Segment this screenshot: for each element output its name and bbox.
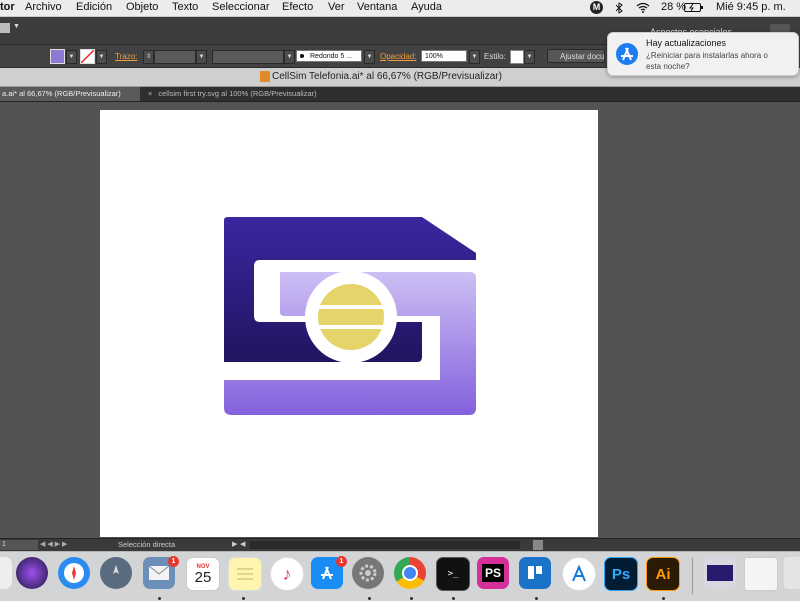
siri-icon[interactable] [16,557,48,589]
tab-cellsim-first-try[interactable]: × cellsim first try.svg al 100% (RGB/Prev… [141,87,351,101]
document-tabs: a.ai* al 66,67% (RGB/Previsualizar) × cel… [0,87,800,102]
menu-seleccionar[interactable]: Seleccionar [212,1,269,13]
system-preferences-icon[interactable] [352,557,384,589]
app-store-notification-icon [616,43,638,65]
style-swatch[interactable] [510,50,524,64]
menu-ayuda[interactable]: Ayuda [411,1,442,13]
logo-chip-line-bottom [310,325,392,329]
stroke-weight-stepper[interactable]: ⇕ [143,50,154,64]
variable-width-dropdown[interactable]: ▼ [284,50,295,64]
menu-objeto[interactable]: Objeto [126,1,158,13]
opacity-dropdown[interactable]: ▼ [469,50,480,64]
bluetooth-icon[interactable] [615,2,623,14]
brush-value: Redondo 5 ... [310,53,353,60]
wifi-icon[interactable] [636,2,650,14]
tab-cellsim-telefonia[interactable]: a.ai* al 66,67% (RGB/Previsualizar) [0,87,140,101]
style-label: Estilo: [484,52,506,61]
menu-edicion[interactable]: Edición [76,1,112,13]
chrome-icon[interactable] [394,557,426,589]
fill-dropdown[interactable]: ▼ [66,50,77,64]
xcode-icon[interactable] [562,557,596,591]
illustrator-icon[interactable]: Ai [646,557,680,591]
status-bar: 1 ◀ ◀ ▶ ▶ Selección directa ▶ ◀ [0,538,800,551]
menubar: tor Archivo Edición Objeto Texto Selecci… [0,0,800,17]
phpstorm-label: PS [481,564,504,582]
cellsim-logo[interactable] [100,110,598,537]
zoom-field[interactable]: 1 [0,540,38,550]
artboard-nav-arrows[interactable]: ◀ ◀ ▶ ▶ [40,540,67,548]
menu-efecto[interactable]: Efecto [282,1,313,13]
trash-icon[interactable] [784,557,800,589]
illustrator-label: Ai [655,565,671,583]
opacity-input[interactable]: 100% [421,50,467,62]
horizontal-scrollbar[interactable] [250,541,520,549]
chevron-down-icon[interactable]: ▼ [13,23,20,30]
dock-divider [692,558,693,594]
menu-texto[interactable]: Texto [172,1,198,13]
brush-select[interactable]: Redondo 5 ... [296,50,362,62]
app-store-badge: 1 [336,556,347,567]
stroke-weight-dropdown[interactable]: ▼ [196,50,207,64]
trello-icon[interactable] [519,557,551,589]
stroke-dropdown[interactable]: ▼ [96,50,107,64]
itunes-icon[interactable]: ♪ [270,557,304,591]
brush-dot-icon [300,54,304,59]
scroll-left-icon[interactable]: ◀ [240,540,245,548]
current-tool: Selección directa [118,540,176,549]
scrollbar-thumb[interactable] [533,540,543,550]
menu-ver[interactable]: Ver [328,1,345,13]
stroke-weight-input[interactable] [154,50,196,64]
logo-chip [318,284,384,350]
safari-icon[interactable] [58,557,90,589]
document-setup-button[interactable]: Ajustar docu [547,49,605,63]
photoshop-label: Ps [611,565,631,583]
chrome-center [402,565,418,581]
photoshop-icon[interactable]: Ps [604,557,638,591]
close-icon[interactable]: × [148,89,152,98]
calendar-icon[interactable]: NOV 25 [186,557,220,591]
document-title: CellSim Telefonia.ai* al 66,67% (RGB/Pre… [272,71,502,82]
tab-label: cellsim first try.svg al 100% (RGB/Previ… [158,89,317,98]
menu-ventana[interactable]: Ventana [357,1,397,13]
mail-badge: 1 [168,556,179,567]
variable-width-select[interactable] [212,50,284,64]
stroke-swatch[interactable] [80,49,95,64]
status-arrow-right-icon[interactable]: ▶ [232,540,237,548]
tab-label: a.ai* al 66,67% (RGB/Previsualizar) [2,89,121,98]
logo-chip-line-top [310,305,392,309]
terminal-prompt-icon: >_ [447,569,459,579]
calendar-day: 25 [194,568,212,586]
menu-archivo[interactable]: Archivo [25,1,62,13]
battery-icon[interactable] [684,2,704,14]
terminal-icon[interactable]: >_ [436,557,470,591]
document-icon [260,71,270,82]
brush-dropdown[interactable]: ▼ [364,50,375,64]
notes-icon[interactable] [228,557,262,591]
battery-percent: 28 % [661,1,687,13]
finder-icon[interactable] [0,557,12,589]
dock-folder-stack[interactable] [744,557,778,591]
music-note-icon: ♪ [282,563,292,584]
artboard[interactable] [100,110,598,537]
dock: 1 NOV 25 ♪ 1 >_ PS Ps Ai [0,551,800,601]
malwarebytes-icon[interactable]: M [590,1,603,14]
style-dropdown[interactable]: ▼ [524,50,535,64]
notification-body-line2: esta noche? [646,62,690,71]
update-notification[interactable]: Hay actualizaciones ¿Reiniciar para inst… [607,32,799,76]
trazo-label[interactable]: Trazo: [115,52,137,61]
dock-window-thumbnail[interactable] [704,557,736,589]
arrange-documents-icon[interactable] [0,23,10,33]
notification-body-line1: ¿Reiniciar para instalarlas ahora o [646,51,768,60]
fill-swatch[interactable] [50,49,65,64]
thumbnail-preview [707,565,733,581]
notification-title: Hay actualizaciones [646,38,727,48]
app-menu[interactable]: tor [0,1,15,13]
phpstorm-icon[interactable]: PS [477,557,509,589]
clock[interactable]: Mié 9:45 p. m. [716,1,786,13]
launchpad-icon[interactable] [100,557,132,589]
opacity-label[interactable]: Opacidad: [380,52,416,61]
